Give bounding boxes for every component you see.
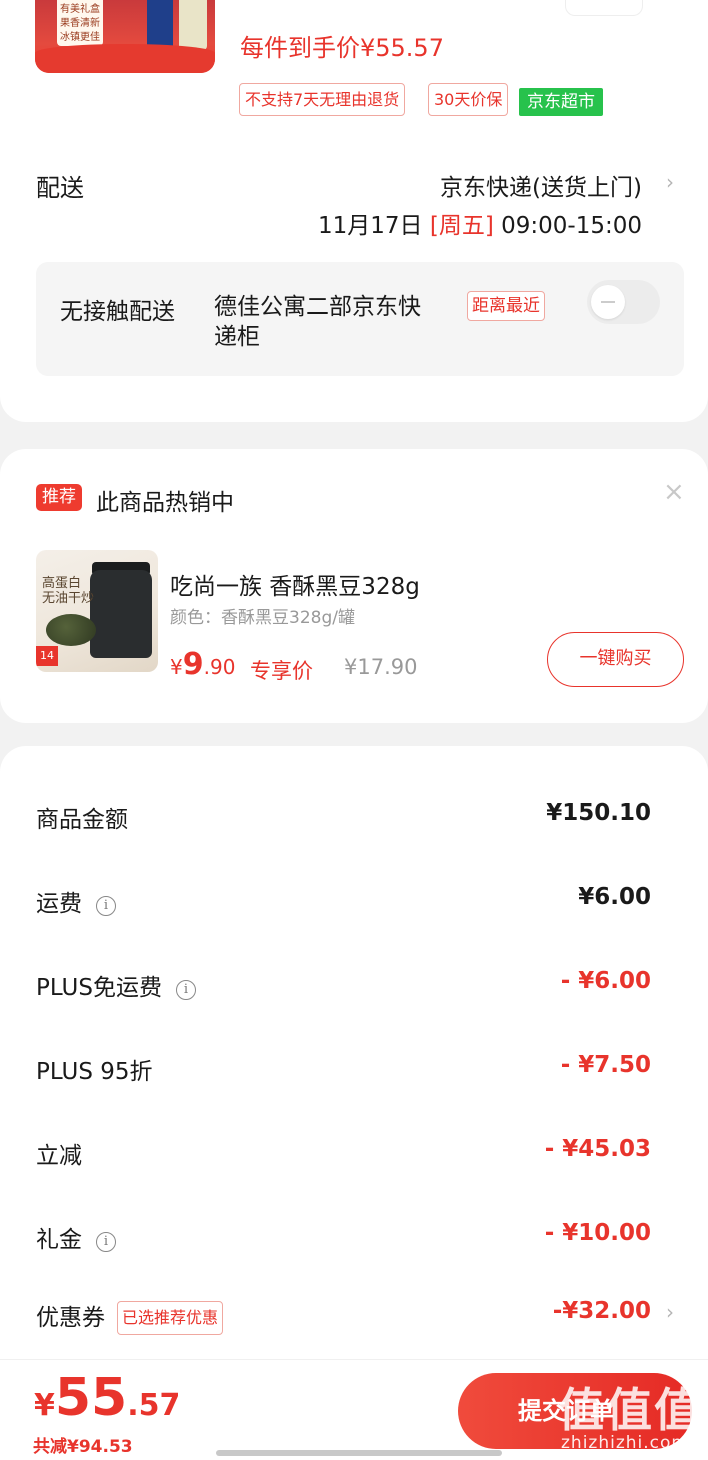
summary-label: 立减 bbox=[36, 1143, 82, 1169]
watermark-url: zhizhizhi.com bbox=[561, 1433, 689, 1453]
toggle-knob bbox=[591, 285, 625, 319]
nearest-tag: 距离最近 bbox=[467, 291, 545, 321]
summary-value: - ¥7.50 bbox=[560, 1052, 651, 1078]
total-integer: 55 bbox=[54, 1368, 128, 1428]
chevron-right-icon[interactable]: › bbox=[666, 1300, 674, 1324]
product-can-blue bbox=[147, 0, 173, 50]
summary-row-plus-discount: PLUS 95折 - ¥7.50 bbox=[0, 1048, 708, 1088]
unit-price: 每件到手价¥55.57 bbox=[240, 34, 444, 62]
coupon-selected-chip: 已选推荐优惠 bbox=[117, 1301, 224, 1335]
summary-label: PLUS 95折 bbox=[36, 1059, 153, 1085]
original-price: ¥17.90 bbox=[344, 655, 418, 679]
chevron-right-icon[interactable]: › bbox=[666, 170, 674, 194]
delivery-time[interactable]: 11月17日 [周五] 09:00-15:00 bbox=[318, 206, 642, 240]
summary-row-shipping: 运费 i ¥6.00 bbox=[0, 880, 708, 920]
summary-value: - ¥6.00 bbox=[560, 968, 651, 994]
product-stand bbox=[35, 44, 215, 73]
summary-label: 运费 bbox=[36, 891, 82, 917]
summary-row-coupon[interactable]: 优惠券 已选推荐优惠 -¥32.00 › bbox=[0, 1294, 708, 1338]
price-protect-chip: 30天价保 bbox=[428, 83, 509, 116]
one-click-buy-button[interactable]: 一键购买 bbox=[547, 632, 684, 687]
total-currency: ¥ bbox=[34, 1388, 55, 1423]
recommend-price: ¥9.90 bbox=[170, 647, 235, 682]
beans-bowl bbox=[46, 614, 96, 646]
locker-address: 德佳公寓二部京东快递柜 bbox=[214, 294, 421, 350]
summary-value: - ¥45.03 bbox=[544, 1136, 651, 1162]
summary-row-gift-money: 礼金 i - ¥10.00 bbox=[0, 1216, 708, 1256]
delivery-window: 09:00-15:00 bbox=[501, 213, 642, 239]
price-decimal: .90 bbox=[203, 655, 236, 679]
product-thumbnail[interactable]: 有美礼盒 果香清新 冰镇更佳 bbox=[35, 0, 215, 73]
contactless-toggle[interactable] bbox=[587, 280, 660, 324]
thumbnail-caption: 有美礼盒 果香清新 冰镇更佳 bbox=[57, 0, 103, 46]
exclusive-price-tag: 专享价 bbox=[250, 659, 313, 683]
contactless-delivery-panel: 无接触配送 德佳公寓二部京东快递柜 距离最近 bbox=[36, 262, 684, 376]
delivery-method[interactable]: 京东快递(送货上门) bbox=[440, 168, 642, 202]
info-icon[interactable]: i bbox=[96, 896, 116, 916]
total-saved: 共减¥94.53 bbox=[33, 1437, 133, 1457]
price-integer: 9 bbox=[182, 647, 204, 682]
total-price: ¥55.57 bbox=[34, 1368, 180, 1428]
summary-label: PLUS免运费 bbox=[36, 975, 162, 1001]
summary-label-wrap: 礼金 i bbox=[36, 1220, 116, 1254]
home-indicator[interactable] bbox=[216, 1450, 502, 1456]
info-icon[interactable]: i bbox=[96, 1232, 116, 1252]
summary-label-wrap: 运费 i bbox=[36, 884, 116, 918]
summary-value: ¥150.10 bbox=[546, 800, 651, 826]
image-badge: 14 bbox=[36, 646, 58, 666]
recommend-card: 推荐 此商品热销中 × 高蛋白 无油干炒 14 吃尚一族 香酥黑豆328g 颜色… bbox=[0, 449, 708, 723]
contactless-label: 无接触配送 bbox=[60, 299, 175, 325]
summary-label: 礼金 bbox=[36, 1227, 82, 1253]
summary-value: ¥6.00 bbox=[578, 884, 651, 910]
summary-label: 商品金额 bbox=[36, 807, 128, 833]
no-return-chip: 不支持7天无理由退货 bbox=[239, 83, 406, 116]
delivery-date: 11月17日 bbox=[318, 213, 423, 239]
quantity-stepper-edge[interactable] bbox=[565, 0, 643, 16]
product-can-white bbox=[179, 0, 207, 50]
info-icon[interactable]: i bbox=[175, 980, 196, 1000]
total-decimal: .57 bbox=[127, 1388, 181, 1423]
store-badge: 京东超市 bbox=[519, 88, 603, 116]
recommend-title: 此商品热销中 bbox=[96, 490, 234, 516]
summary-value: - ¥10.00 bbox=[544, 1220, 651, 1246]
summary-label-wrap: 优惠券 已选推荐优惠 bbox=[36, 1298, 224, 1335]
summary-label-wrap: PLUS免运费 i bbox=[36, 968, 196, 1002]
coupon-value: -¥32.00 bbox=[552, 1298, 651, 1324]
delivery-weekday: [周五] bbox=[429, 213, 494, 239]
recommend-product-image[interactable]: 高蛋白 无油干炒 14 bbox=[36, 550, 158, 672]
image-caption: 高蛋白 无油干炒 bbox=[42, 576, 95, 606]
watermark-logo: 值值值 bbox=[558, 1384, 702, 1436]
checkout-bar: ¥55.57 共减¥94.53 提交订单 值值值 zhizhizhi.com bbox=[0, 1359, 708, 1460]
price-summary-card: 商品金额 ¥150.10 运费 i ¥6.00 PLUS免运费 i - ¥6.00 … bbox=[0, 746, 708, 1460]
recommend-product-name[interactable]: 吃尚一族 香酥黑豆328g bbox=[170, 567, 420, 601]
summary-row-instant-reduction: 立减 - ¥45.03 bbox=[0, 1132, 708, 1172]
delivery-label: 配送 bbox=[36, 174, 84, 202]
recommend-badge: 推荐 bbox=[36, 484, 82, 511]
recommend-product-spec: 颜色：香酥黑豆328g/罐 bbox=[170, 608, 355, 628]
order-item-card: 有美礼盒 果香清新 冰镇更佳 每件到手价¥55.57 不支持7天无理由退货 30… bbox=[0, 0, 708, 422]
coupon-label: 优惠券 bbox=[36, 1305, 105, 1331]
close-icon[interactable]: × bbox=[663, 477, 685, 507]
summary-row-plus-free-shipping: PLUS免运费 i - ¥6.00 bbox=[0, 964, 708, 1004]
summary-row-goods: 商品金额 ¥150.10 bbox=[0, 796, 708, 836]
price-symbol: ¥ bbox=[170, 655, 183, 679]
jar bbox=[90, 570, 152, 658]
